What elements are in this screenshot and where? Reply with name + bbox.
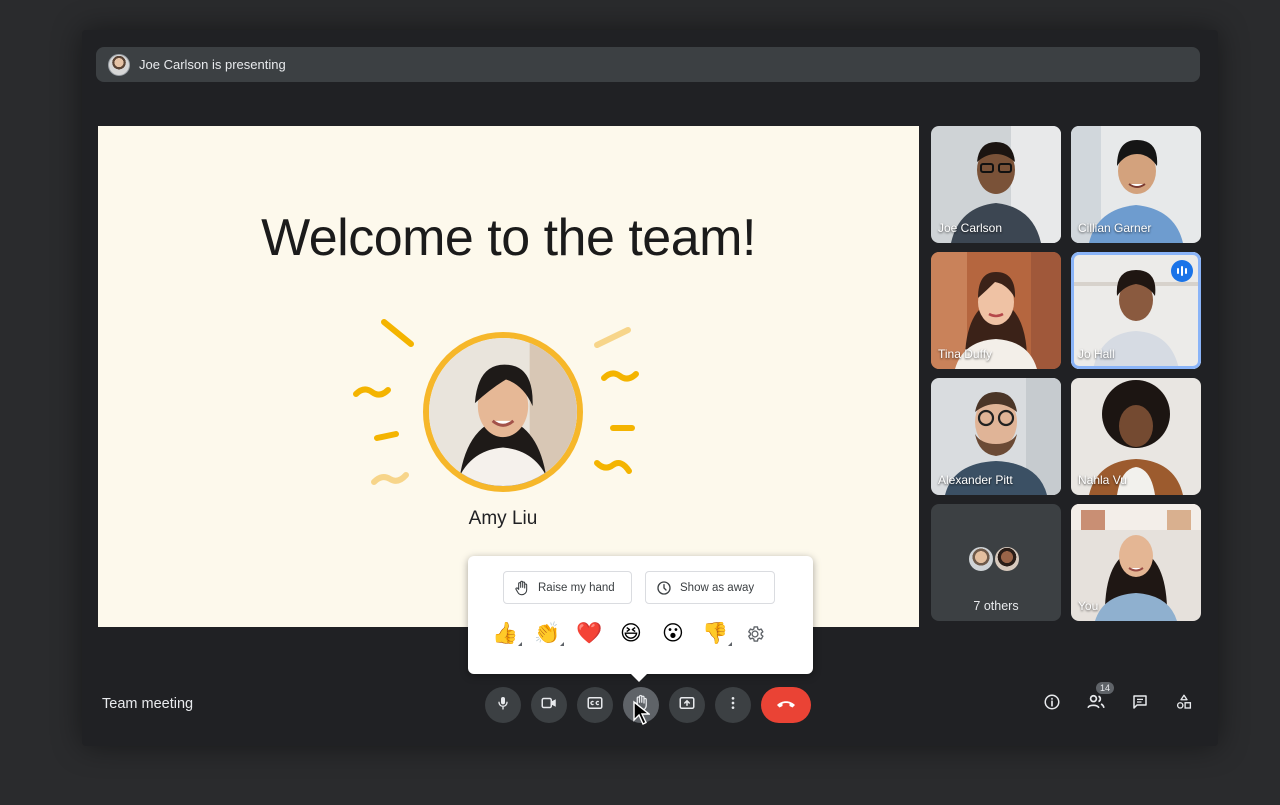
raise-hand-label: Raise my hand bbox=[538, 581, 615, 594]
chat-button[interactable] bbox=[1128, 692, 1152, 716]
participant-name: Jo Hall bbox=[1078, 347, 1115, 361]
participant-name: Alexander Pitt bbox=[938, 473, 1013, 487]
meeting-name: Team meeting bbox=[102, 696, 194, 712]
info-icon bbox=[1043, 693, 1061, 716]
end-call-button[interactable] bbox=[761, 687, 811, 723]
mouse-cursor-icon bbox=[633, 700, 650, 725]
speaking-indicator-icon bbox=[1171, 260, 1193, 282]
participant-name: Joe Carlson bbox=[938, 221, 1003, 235]
participant-name: Nahla Vu bbox=[1078, 473, 1127, 487]
raise-hand-button[interactable]: Raise my hand bbox=[503, 571, 632, 604]
presenter-avatar bbox=[108, 53, 130, 76]
present-icon bbox=[678, 694, 696, 717]
others-tile[interactable]: 7 others bbox=[931, 504, 1061, 621]
presenting-banner: Joe Carlson is presenting bbox=[96, 47, 1200, 82]
end-call-icon bbox=[774, 691, 798, 720]
new-member-portrait bbox=[423, 332, 583, 492]
camera-icon bbox=[540, 694, 558, 717]
clock-icon bbox=[656, 580, 672, 596]
more-options-button[interactable] bbox=[715, 687, 751, 723]
participant-count-badge: 14 bbox=[1096, 682, 1115, 694]
present-button[interactable] bbox=[669, 687, 705, 723]
participant-tile[interactable]: Nahla Vu bbox=[1071, 378, 1201, 495]
surprised-face-icon[interactable]: 😮 bbox=[660, 621, 686, 647]
gear-icon[interactable] bbox=[744, 623, 766, 645]
participant-name: You bbox=[1078, 599, 1099, 613]
participant-tile[interactable]: Tina Duffy bbox=[931, 252, 1061, 369]
captions-button[interactable] bbox=[577, 687, 613, 723]
meeting-side-controls: 14 bbox=[1040, 682, 1196, 717]
thumbs-down-icon[interactable]: 👎 bbox=[702, 621, 732, 647]
heart-icon[interactable]: ❤️ bbox=[576, 621, 602, 647]
avatar bbox=[967, 545, 995, 573]
laughing-face-icon[interactable]: 😆 bbox=[618, 621, 644, 647]
presenting-text: Joe Carlson is presenting bbox=[139, 57, 286, 72]
show-as-away-button[interactable]: Show as away bbox=[645, 571, 775, 604]
microphone-button[interactable] bbox=[485, 687, 521, 723]
others-avatars bbox=[967, 545, 1021, 573]
participant-name: Tina Duffy bbox=[938, 347, 993, 361]
participant-name: Cillian Garner bbox=[1078, 221, 1152, 235]
new-member-name: Amy Liu bbox=[468, 508, 538, 529]
avatar bbox=[993, 545, 1021, 573]
activities-icon bbox=[1175, 693, 1193, 716]
participant-tile[interactable]: Joe Carlson bbox=[931, 126, 1061, 243]
thumbs-up-icon[interactable]: 👍 bbox=[492, 621, 522, 647]
chat-icon bbox=[1131, 693, 1149, 716]
emoji-reactions-row: 👍 👏 ❤️ 😆 😮 👎 bbox=[492, 621, 766, 647]
camera-button[interactable] bbox=[531, 687, 567, 723]
show-as-away-label: Show as away bbox=[680, 581, 755, 594]
others-label: 7 others bbox=[973, 599, 1019, 613]
presentation-stage: Welcome to the team! Amy Liu bbox=[98, 126, 919, 627]
mic-icon bbox=[495, 695, 511, 716]
more-icon bbox=[725, 695, 741, 716]
self-tile[interactable]: You bbox=[1071, 504, 1201, 621]
reactions-popup: Raise my hand Show as away 👍 👏 ❤️ 😆 😮 👎 bbox=[468, 556, 813, 682]
participant-tile[interactable]: Alexander Pitt bbox=[931, 378, 1061, 495]
meeting-details-button[interactable] bbox=[1040, 692, 1064, 716]
people-icon bbox=[1086, 692, 1106, 717]
participant-tile[interactable]: Cillian Garner bbox=[1071, 126, 1201, 243]
participant-tile-active[interactable]: Jo Hall bbox=[1071, 252, 1201, 369]
hand-icon bbox=[514, 580, 530, 596]
activities-button[interactable] bbox=[1172, 692, 1196, 716]
meet-window: Joe Carlson is presenting Welcome to the… bbox=[82, 30, 1218, 746]
captions-icon bbox=[586, 694, 604, 717]
people-button[interactable]: 14 bbox=[1084, 682, 1115, 717]
clapping-hands-icon[interactable]: 👏 bbox=[534, 621, 564, 647]
